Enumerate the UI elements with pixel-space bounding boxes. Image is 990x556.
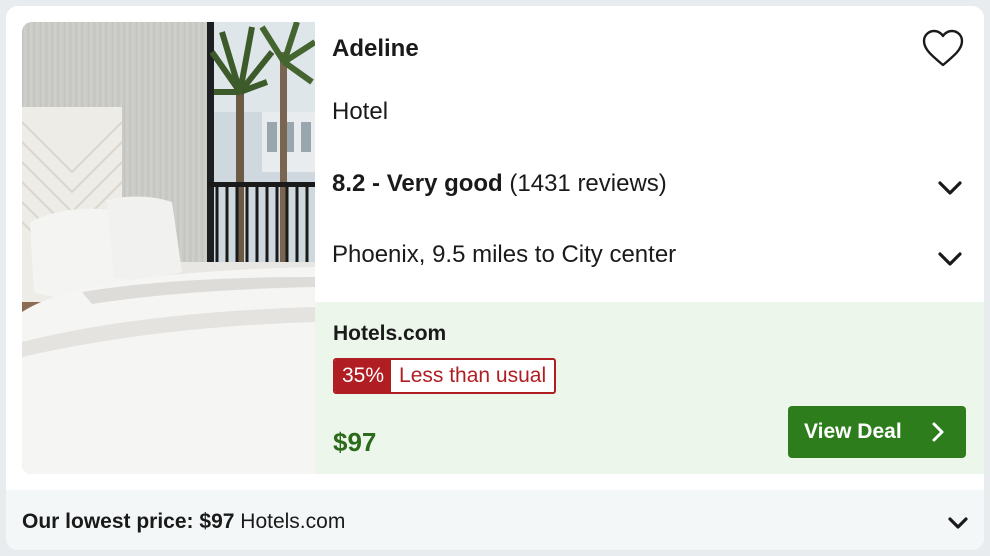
rating-score: 8.2 - Very good	[332, 170, 503, 197]
hotel-card[interactable]: Adeline Hotel 8.2 - Very good (1431 revi…	[6, 6, 984, 550]
hotel-room-image	[22, 22, 315, 474]
favorite-heart-icon[interactable]	[921, 28, 965, 68]
view-deal-label: View Deal	[804, 420, 902, 443]
chevron-right-icon	[932, 422, 944, 442]
hotel-info: Adeline Hotel 8.2 - Very good (1431 revi…	[315, 22, 984, 302]
location-chevron-down-icon[interactable]	[935, 244, 965, 274]
review-count: (1431 reviews)	[509, 170, 667, 197]
deal-price: $97	[333, 427, 377, 457]
rating-chevron-down-icon[interactable]	[935, 173, 965, 203]
deal-provider: Hotels.com	[333, 322, 447, 345]
property-type: Hotel	[332, 98, 389, 125]
discount-badge: 35% Less than usual	[333, 358, 557, 394]
deal-panel[interactable]: Hotels.com 35% Less than usual $97 View …	[315, 302, 984, 474]
footer-chevron-down-icon[interactable]	[944, 509, 972, 537]
discount-text: Less than usual	[399, 364, 547, 387]
view-deal-button[interactable]: View Deal	[788, 406, 966, 458]
hotel-photo[interactable]	[22, 22, 315, 474]
discount-percent: 35%	[335, 360, 392, 392]
lowest-price-value: $97	[199, 510, 235, 533]
lowest-price-summary: Our lowest price: $97 Hotels.com	[22, 510, 345, 534]
lowest-price-label: Our lowest price:	[22, 510, 194, 533]
hotel-name[interactable]: Adeline	[332, 35, 419, 63]
lowest-price-provider: Hotels.com	[240, 510, 346, 533]
lowest-price-bar[interactable]: Our lowest price: $97 Hotels.com	[6, 490, 984, 550]
rating-row[interactable]: 8.2 - Very good (1431 reviews)	[332, 170, 962, 198]
location-text[interactable]: Phoenix, 9.5 miles to City center	[332, 241, 676, 269]
